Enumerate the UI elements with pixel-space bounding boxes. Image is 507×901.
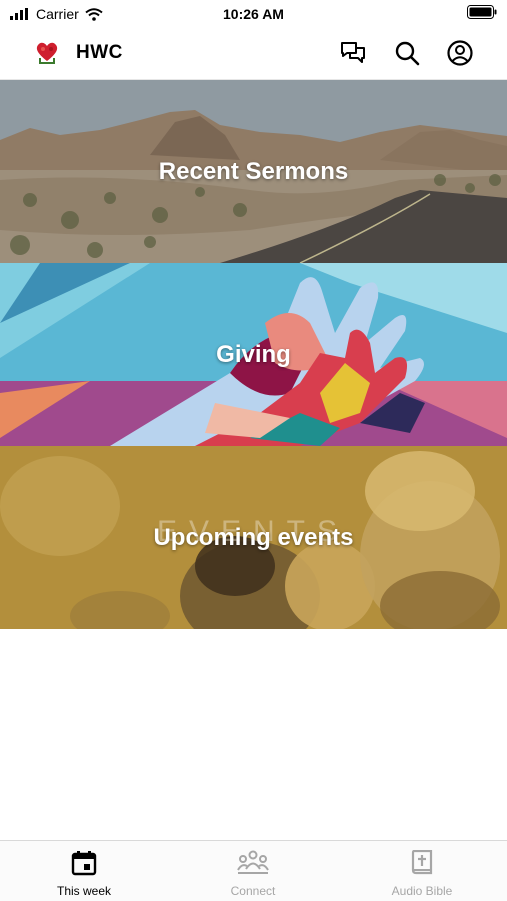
giving-label: Giving — [216, 340, 291, 368]
recent-sermons-label: Recent Sermons — [158, 157, 349, 185]
calendar-icon — [71, 851, 97, 876]
upcoming-events-tile[interactable]: EVENTS Upcoming events — [0, 446, 507, 629]
app-title: HWC — [76, 42, 123, 63]
status-time: 10:26 AM — [223, 6, 284, 22]
church-logo-icon — [36, 42, 58, 64]
tab-audio-bible[interactable]: Audio Bible — [362, 841, 482, 901]
status-bar: Carrier 10:26 AM — [0, 0, 507, 28]
chat-icon[interactable] — [339, 39, 367, 67]
tab-connect-label: Connect — [230, 884, 276, 898]
account-icon[interactable] — [446, 39, 474, 67]
search-icon[interactable] — [393, 39, 421, 67]
giving-tile[interactable]: Giving — [0, 263, 507, 446]
tab-this-week[interactable]: This week — [24, 841, 144, 901]
battery-icon — [467, 5, 497, 19]
tab-bar: This week Connect Audio Bible — [0, 840, 507, 901]
upcoming-events-label: Upcoming events — [153, 523, 354, 551]
status-right — [467, 5, 497, 24]
recent-sermons-tile[interactable]: Recent Sermons — [0, 80, 507, 263]
tab-this-week-label: This week — [56, 884, 112, 898]
tab-connect[interactable]: Connect — [193, 841, 313, 901]
app-header: HWC — [0, 28, 507, 80]
people-icon — [237, 850, 269, 874]
tab-audio-bible-label: Audio Bible — [391, 884, 453, 898]
bible-icon — [411, 850, 433, 875]
